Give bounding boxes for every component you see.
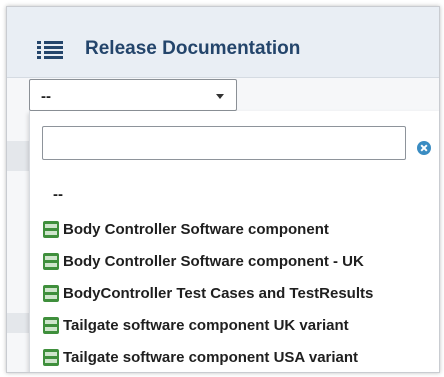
widget-header: Release Documentation (7, 7, 439, 78)
dropdown-list: -- Body Controller Software component Bo… (29, 111, 439, 372)
clear-icon[interactable] (417, 141, 431, 155)
widget-frame: Release Documentation -- -- Body Control… (6, 6, 440, 373)
database-icon (43, 285, 59, 302)
database-icon (43, 349, 59, 366)
option-label: Tailgate software component USA variant (63, 349, 359, 366)
database-icon (43, 317, 59, 334)
chevron-down-icon (216, 94, 224, 99)
database-icon (43, 253, 59, 270)
list-icon[interactable] (37, 41, 63, 59)
option-none[interactable]: -- (30, 183, 439, 213)
search-input[interactable] (42, 126, 406, 160)
option-item[interactable]: BodyController Test Cases and TestResult… (30, 279, 439, 309)
option-item[interactable]: Body Controller Software component (30, 215, 439, 245)
select-value: -- (41, 88, 51, 105)
option-label: Body Controller Software component (63, 221, 329, 238)
option-label: -- (53, 186, 63, 203)
database-icon (43, 221, 59, 238)
background-panel (7, 141, 29, 171)
option-item[interactable]: Tailgate software component UK variant (30, 311, 439, 341)
background-panel (7, 313, 29, 333)
option-item[interactable]: Tailgate software component USA variant (30, 343, 439, 372)
option-item[interactable]: Body Controller Software component - UK (30, 247, 439, 277)
option-label: BodyController Test Cases and TestResult… (63, 285, 374, 302)
option-label: Body Controller Software component - UK (63, 253, 364, 270)
page-title: Release Documentation (85, 38, 301, 59)
option-label: Tailgate software component UK variant (63, 317, 349, 334)
document-select[interactable]: -- (29, 79, 237, 111)
